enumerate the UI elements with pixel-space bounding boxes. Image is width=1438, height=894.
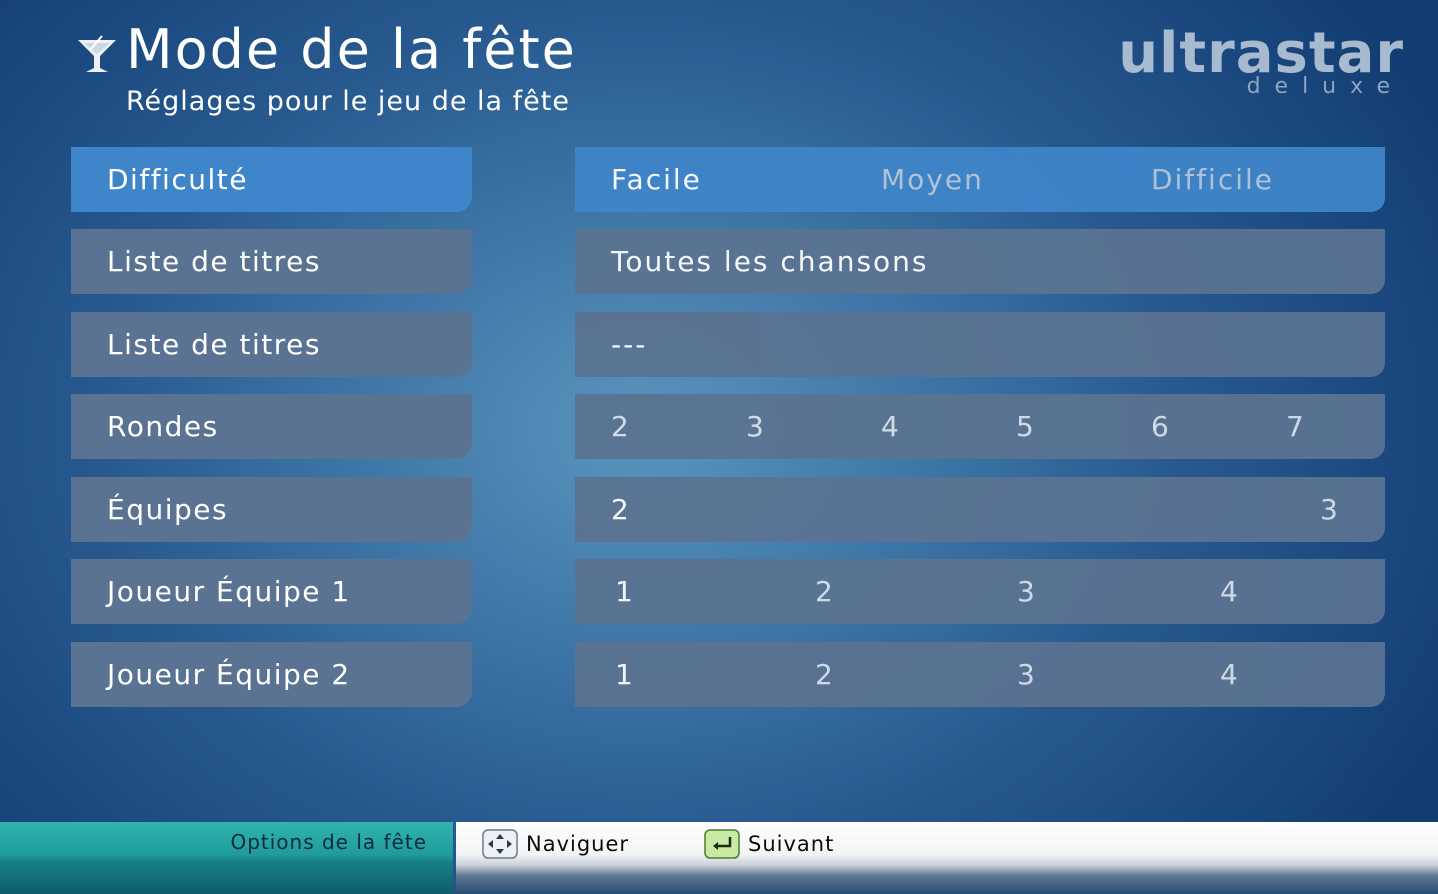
next-hint: Suivant — [704, 826, 834, 862]
header: Mode de la fête Réglages pour le jeu de … — [0, 0, 1438, 130]
option-rounds-6[interactable]: 6 — [1151, 394, 1171, 459]
option-teams-2[interactable]: 2 — [611, 477, 631, 542]
option-rounds-7[interactable]: 7 — [1286, 394, 1306, 459]
footer-section-label: Options de la fête — [230, 830, 427, 854]
arrow-keys-icon — [482, 829, 518, 859]
setting-row-team1-players[interactable]: Joueur Équipe 1 1 2 3 4 — [0, 559, 1438, 624]
setting-value-team1-players[interactable]: 1 2 3 4 — [575, 559, 1385, 624]
setting-label-song-list[interactable]: Liste de titres — [71, 229, 472, 294]
option-rounds-5[interactable]: 5 — [1016, 394, 1036, 459]
setting-row-song-list[interactable]: Liste de titres Toutes les chansons — [0, 229, 1438, 294]
navigate-label: Naviguer — [526, 832, 630, 856]
ultrastar-logo: ultrastar deluxe — [1118, 26, 1404, 98]
option-moyen[interactable]: Moyen — [881, 147, 984, 212]
option-team2-3[interactable]: 3 — [1017, 642, 1037, 707]
option-rounds-2[interactable]: 2 — [611, 394, 631, 459]
setting-value-team2-players[interactable]: 1 2 3 4 — [575, 642, 1385, 707]
option-difficile[interactable]: Difficile — [1151, 147, 1274, 212]
footer-help-bar: Naviguer Suivant — [456, 822, 1438, 894]
setting-value-song-list[interactable]: Toutes les chansons — [575, 229, 1385, 294]
option-none[interactable]: --- — [611, 312, 647, 377]
option-rounds-4[interactable]: 4 — [881, 394, 901, 459]
cocktail-glass-icon — [78, 35, 116, 72]
setting-row-song-list-2[interactable]: Liste de titres --- — [0, 312, 1438, 377]
option-team2-2[interactable]: 2 — [815, 642, 835, 707]
setting-value-rounds[interactable]: 2 3 4 5 6 7 — [575, 394, 1385, 459]
option-team1-3[interactable]: 3 — [1017, 559, 1037, 624]
option-team1-1[interactable]: 1 — [615, 559, 635, 624]
setting-label-team1-players[interactable]: Joueur Équipe 1 — [71, 559, 472, 624]
next-label: Suivant — [748, 832, 835, 856]
setting-label-teams[interactable]: Équipes — [71, 477, 472, 542]
page-subtitle: Réglages pour le jeu de la fête — [126, 86, 570, 117]
option-all-songs[interactable]: Toutes les chansons — [611, 229, 929, 294]
setting-row-rounds[interactable]: Rondes 2 3 4 5 6 7 — [0, 394, 1438, 459]
option-team1-4[interactable]: 4 — [1220, 559, 1240, 624]
setting-value-teams[interactable]: 2 3 — [575, 477, 1385, 542]
setting-label-rounds[interactable]: Rondes — [71, 394, 472, 459]
setting-row-team2-players[interactable]: Joueur Équipe 2 1 2 3 4 — [0, 642, 1438, 707]
footer-section-bar: Options de la fête — [0, 822, 453, 894]
setting-label-team2-players[interactable]: Joueur Équipe 2 — [71, 642, 472, 707]
setting-label-song-list-2[interactable]: Liste de titres — [71, 312, 472, 377]
setting-value-song-list-2[interactable]: --- — [575, 312, 1385, 377]
option-team2-4[interactable]: 4 — [1220, 642, 1240, 707]
option-team1-2[interactable]: 2 — [815, 559, 835, 624]
setting-label-difficulty[interactable]: Difficulté — [71, 147, 472, 212]
option-team2-1[interactable]: 1 — [615, 642, 635, 707]
page-title: Mode de la fête — [126, 18, 577, 81]
setting-value-difficulty[interactable]: Facile Moyen Difficile — [575, 147, 1385, 212]
option-teams-3[interactable]: 3 — [1320, 477, 1340, 542]
option-facile[interactable]: Facile — [611, 147, 702, 212]
option-rounds-3[interactable]: 3 — [746, 394, 766, 459]
enter-key-icon — [704, 829, 740, 859]
navigate-hint: Naviguer — [482, 826, 629, 862]
setting-row-difficulty[interactable]: Difficulté Facile Moyen Difficile — [0, 147, 1438, 212]
setting-row-teams[interactable]: Équipes 2 3 — [0, 477, 1438, 542]
